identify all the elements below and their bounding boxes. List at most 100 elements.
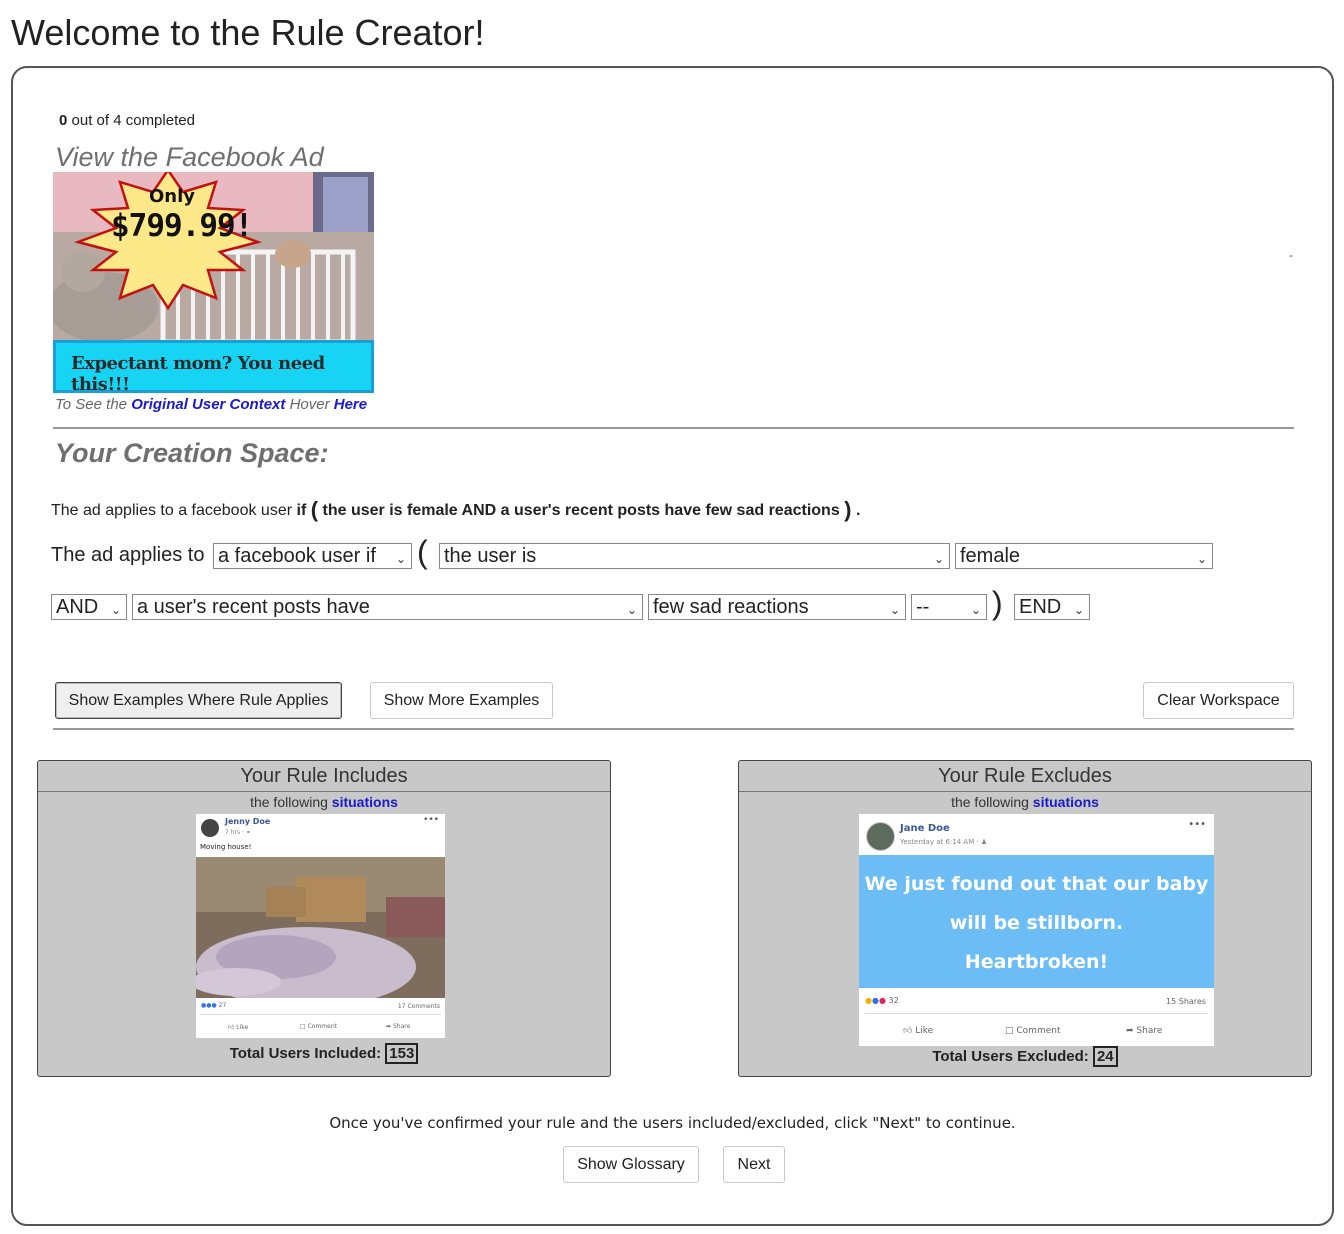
like-button[interactable]: 👍︎ Like <box>228 1023 248 1031</box>
chevron-down-icon: ⌄ <box>1196 552 1207 566</box>
included-post-card: Jenny Doe 7 hrs · ⚭ ••• Moving house! ●●… <box>196 814 445 1038</box>
reaction-number: 27 <box>218 1002 227 1009</box>
chevron-down-icon: ⌄ <box>395 552 406 566</box>
rule-summary-open-paren: ( <box>310 497 319 522</box>
share-label: Share <box>1136 1026 1163 1036</box>
value-2-select[interactable]: few sad reactions ⌄ <box>648 594 906 620</box>
total-excluded-label: Total Users Excluded: <box>932 1048 1089 1065</box>
post-author: Jane Doe <box>900 823 950 834</box>
value-1-select[interactable]: female ⌄ <box>955 543 1213 569</box>
total-included-count: 153 <box>385 1043 419 1064</box>
comment-label: Comment <box>307 1023 337 1030</box>
chevron-down-icon: ⌄ <box>626 603 637 617</box>
thumbs-up-icon: 👍︎ <box>228 1024 235 1031</box>
post-photo-art <box>196 857 445 998</box>
share-button[interactable]: ➦ Share <box>386 1023 410 1030</box>
comment-button[interactable]: □ Comment <box>300 1023 337 1030</box>
reaction-number: 32 <box>888 996 899 1005</box>
chevron-down-icon: ⌄ <box>933 552 944 566</box>
subject-select-value: a facebook user if <box>218 545 376 567</box>
progress-label: out of 4 completed <box>71 112 195 129</box>
comment-icon: □ <box>300 1023 306 1030</box>
post-time-text: Yesterday at 6:14 AM · <box>900 838 981 846</box>
attribute-2-select[interactable]: a user's recent posts have ⌄ <box>132 594 643 620</box>
includes-subtitle-prefix: the following <box>250 794 328 810</box>
includes-subtitle: the following situations <box>38 794 610 810</box>
more-options-icon[interactable]: ••• <box>1188 819 1206 830</box>
avatar <box>201 819 219 837</box>
hover-here-link[interactable]: Here <box>334 396 367 413</box>
section-divider <box>53 728 1294 730</box>
show-examples-button[interactable]: Show Examples Where Rule Applies <box>55 682 342 719</box>
sad-reaction-icon: ● <box>865 996 872 1005</box>
status-line-2: will be stillborn. <box>949 912 1124 934</box>
includes-situations-link[interactable]: situations <box>332 794 398 810</box>
share-button[interactable]: ➦ Share <box>1126 1026 1162 1036</box>
total-excluded-count: 24 <box>1092 1046 1118 1067</box>
like-label: Like <box>915 1026 934 1036</box>
comment-label: Comment <box>1016 1026 1061 1036</box>
attribute-2-value: a user's recent posts have <box>137 596 370 618</box>
show-more-examples-button[interactable]: Show More Examples <box>370 682 553 719</box>
hint-prefix: To See the <box>55 396 128 413</box>
next-button[interactable]: Next <box>723 1146 785 1183</box>
page-title: Welcome to the Rule Creator! <box>11 12 485 53</box>
chevron-down-icon: ⌄ <box>1073 603 1084 617</box>
subject-select[interactable]: a facebook user if ⌄ <box>213 543 412 569</box>
show-glossary-button[interactable]: Show Glossary <box>563 1146 699 1183</box>
status-line-1: We just found out that our baby <box>864 873 1209 895</box>
end-select[interactable]: END ⌄ <box>1014 594 1090 620</box>
more-options-icon[interactable]: ••• <box>423 815 439 825</box>
ad-price-text: $799.99! <box>111 208 253 244</box>
like-button[interactable]: 👍︎ Like <box>903 1026 933 1036</box>
conjunction-value: AND <box>56 596 99 618</box>
chevron-down-icon: ⌄ <box>970 603 981 617</box>
ad-heading: View the Facebook Ad <box>55 142 324 172</box>
thumbs-up-icon: 👍︎ <box>903 1026 913 1036</box>
panel-divider <box>739 791 1311 792</box>
value-2-value: few sad reactions <box>653 596 809 618</box>
chevron-down-icon: ⌄ <box>110 603 121 617</box>
post-divider <box>200 1014 441 1015</box>
avatar <box>866 822 895 851</box>
post-status-background: We just found out that our baby will be … <box>859 855 1214 988</box>
modifier-value: -- <box>916 596 930 618</box>
end-value: END <box>1019 596 1062 618</box>
value-1-value: female <box>960 545 1021 567</box>
excludes-situations-link[interactable]: situations <box>1033 794 1099 810</box>
close-paren: ) <box>992 585 1003 621</box>
rule-summary-prefix: The ad applies to a facebook user <box>51 502 293 519</box>
rule-summary-if: if <box>296 502 307 519</box>
conjunction-select[interactable]: AND ⌄ <box>51 594 127 620</box>
progress-count: 0 <box>59 112 68 129</box>
love-reaction-icon: ● <box>878 996 886 1005</box>
total-included: Total Users Included: 153 <box>38 1043 610 1064</box>
excludes-subtitle: the following situations <box>739 794 1311 810</box>
excludes-panel: Your Rule Excludes the following situati… <box>738 760 1312 1077</box>
attribute-1-select[interactable]: the user is ⌄ <box>439 543 950 569</box>
like-label: Like <box>236 1024 249 1031</box>
modifier-select[interactable]: -- ⌄ <box>911 594 987 620</box>
includes-panel: Your Rule Includes the following situati… <box>37 760 611 1077</box>
rule-summary-text: the user is female AND a user's recent p… <box>322 502 840 519</box>
ad-burst-top-text: Only <box>149 186 196 207</box>
rule-summary-close-paren: ) <box>844 497 852 522</box>
post-time: Yesterday at 6:14 AM · ♟ <box>900 838 987 846</box>
status-line-3: Heartbroken! <box>964 951 1109 973</box>
share-icon: ➦ <box>1126 1026 1134 1036</box>
rule-summary: The ad applies to a facebook user if ( t… <box>51 497 860 523</box>
share-count: 15 Shares <box>1166 997 1206 1006</box>
reaction-icons: ●●● <box>201 1002 217 1009</box>
post-author: Jenny Doe <box>225 817 271 826</box>
original-user-context-link[interactable]: Original User Context <box>131 396 285 413</box>
clear-workspace-button[interactable]: Clear Workspace <box>1143 682 1294 719</box>
comment-button[interactable]: □ Comment <box>1005 1026 1061 1036</box>
like-reaction-icon: ● <box>871 996 879 1005</box>
footer-message: Once you've confirmed your rule and the … <box>329 1114 1016 1132</box>
post-divider <box>865 1013 1208 1014</box>
reaction-count: ●●● 27 <box>201 1002 226 1009</box>
section-divider <box>53 427 1294 429</box>
reaction-count: ●●● 32 <box>865 996 899 1005</box>
original-context-hint: To See the Original User Context Hover H… <box>55 396 367 413</box>
post-time-text: 7 hrs · <box>225 829 246 836</box>
